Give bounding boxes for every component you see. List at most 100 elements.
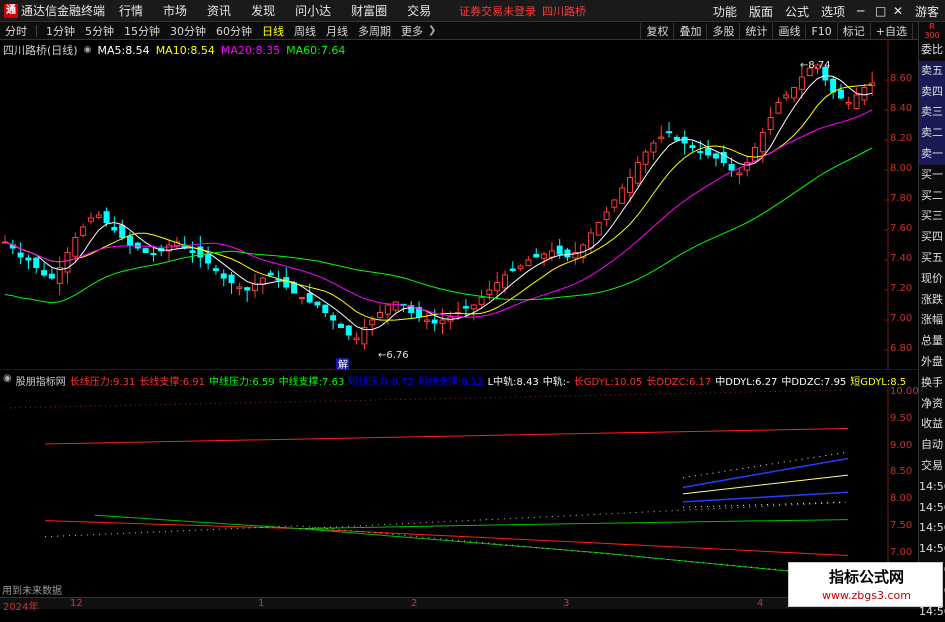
candle-body — [705, 148, 712, 156]
sidebar-item-16[interactable]: 换手 — [919, 373, 945, 394]
toolbar-btn-4[interactable]: 画线 — [772, 23, 805, 39]
candle-body — [502, 274, 508, 289]
period-tab-9[interactable]: 多周期 — [353, 23, 396, 39]
ma-toggle-icon[interactable]: ◉ — [84, 45, 92, 55]
candle-body — [525, 259, 532, 267]
price-tick-5: 7.60 — [890, 223, 913, 234]
toolbar-btn-1[interactable]: 叠加 — [673, 23, 706, 39]
menu-item-2[interactable]: 资讯 — [197, 2, 241, 19]
sidebar-item-12[interactable]: 涨跌 — [919, 290, 945, 311]
user-guest[interactable]: 游客 — [909, 3, 945, 20]
sidebar-item-1[interactable]: 卖五 — [919, 60, 945, 82]
indicator-name[interactable]: 股朋指标网 — [16, 373, 66, 388]
toolbar-btn-7[interactable]: +自选 — [869, 23, 912, 39]
ma-name-3: MA60: — [286, 43, 321, 57]
minimize-icon[interactable]: ─ — [851, 4, 869, 18]
watermark-title: 指标公式网 — [828, 568, 904, 586]
menu-item-6[interactable]: 交易 — [397, 2, 441, 19]
sidebar-item-9[interactable]: 买四 — [919, 227, 945, 248]
period-tabs: 分时 1分钟 5分钟 15分钟 30分钟 60分钟 日线 周线 月线 多周期 更多 — [0, 23, 428, 39]
toolbar-btn-6[interactable]: 标记 — [836, 23, 870, 39]
candle-body — [127, 235, 133, 246]
sidebar-item-14[interactable]: 总量 — [919, 331, 945, 352]
menu-item-3[interactable]: 发现 — [241, 2, 285, 19]
menu-item-1[interactable]: 市场 — [153, 2, 197, 19]
toolbar-btn-2[interactable]: 多股 — [706, 23, 739, 39]
candle-body — [798, 76, 805, 90]
sidebar-item-10[interactable]: 买五 — [919, 248, 945, 269]
toolbar-btn-3[interactable]: 统计 — [739, 23, 772, 39]
sidebar-item-13[interactable]: 涨幅 — [919, 310, 945, 331]
close-icon[interactable]: ✕ — [887, 4, 905, 18]
sidebar-item-18[interactable]: 收益 — [919, 414, 945, 435]
current-stock-name[interactable]: 四川路桥 — [542, 3, 586, 19]
quote-sidebar: 委比 卖五 卖四 卖三 卖二 卖一 买一 买二 买三 买四 买五 现价 涨跌 涨幅 总量 外盘 换手 净资 收益 自动… — [918, 40, 945, 618]
sidebar-item-6[interactable]: 买一 — [919, 165, 945, 186]
sidebar-item-23[interactable]: 14:56 — [919, 518, 945, 539]
trade-login-alert[interactable]: 证券交易未登录 — [459, 3, 536, 19]
candle-body — [462, 306, 469, 309]
mid-dots — [44, 525, 796, 572]
candle-body — [345, 325, 352, 336]
restore-icon[interactable]: □ — [869, 4, 887, 18]
high-price-label: ←8.74 — [800, 60, 831, 71]
time-tick-1: 12 — [70, 598, 83, 609]
sidebar-item-8[interactable]: 买三 — [919, 206, 945, 227]
menu-options[interactable]: 选项 — [815, 3, 851, 20]
menu-item-5[interactable]: 财富圈 — [341, 2, 397, 19]
candle-body — [384, 304, 391, 315]
period-tab-8[interactable]: 月线 — [321, 23, 353, 39]
kline-chart[interactable]: ←8.74 ←6.76 解 — [0, 40, 918, 370]
indicator-chart[interactable] — [0, 387, 918, 595]
ma10-line — [4, 84, 873, 321]
sidebar-item-11[interactable]: 现价 — [919, 269, 945, 290]
period-tab-6[interactable]: 日线 — [257, 23, 289, 39]
menu-item-4[interactable]: 问小达 — [285, 2, 341, 19]
ma-value-2: 8.35 — [255, 43, 281, 57]
sidebar-item-20[interactable]: 交易 — [919, 456, 945, 477]
sidebar-r-badge[interactable]: R 300 — [918, 22, 945, 40]
menu-item-0[interactable]: 行情 — [109, 2, 153, 19]
candle-body — [298, 297, 305, 299]
period-tab-3[interactable]: 15分钟 — [119, 23, 165, 39]
candle-body — [119, 224, 126, 239]
period-tab-7[interactable]: 周线 — [289, 23, 321, 39]
sidebar-item-24[interactable]: 14:56 — [919, 539, 945, 560]
period-tab-1[interactable]: 1分钟 — [41, 23, 80, 39]
sidebar-item-19[interactable]: 自动 — [919, 435, 945, 456]
candle-body — [517, 265, 524, 269]
candle-body — [267, 272, 274, 276]
candle-body — [509, 268, 516, 271]
period-tab-10[interactable]: 更多 — [396, 23, 428, 39]
candle-body — [72, 237, 79, 257]
price-tick-8: 7.00 — [890, 313, 913, 324]
indicator-legend-5: 短线支撑:8.12 — [418, 373, 484, 388]
candle-body — [861, 87, 868, 101]
sidebar-item-2[interactable]: 卖四 — [919, 81, 945, 103]
menu-function[interactable]: 功能 — [707, 3, 743, 20]
period-tab-2[interactable]: 5分钟 — [80, 23, 119, 39]
period-tab-0[interactable]: 分时 — [0, 23, 32, 39]
ma-value-3: 7.64 — [320, 43, 346, 57]
menu-formula[interactable]: 公式 — [779, 3, 815, 20]
more-chevron-icon[interactable]: ❯ — [428, 25, 436, 36]
time-tick-2: 1 — [258, 598, 265, 609]
app-title: 通达信金融终端 — [21, 4, 106, 18]
period-tab-5[interactable]: 60分钟 — [211, 23, 257, 39]
sidebar-item-4[interactable]: 卖二 — [919, 123, 945, 144]
sidebar-item-3[interactable]: 卖三 — [919, 102, 945, 124]
sidebar-item-7[interactable]: 买二 — [919, 186, 945, 207]
indicator-toggle-icon[interactable]: ◉ — [3, 373, 12, 388]
sidebar-item-0[interactable]: 委比 — [919, 40, 945, 61]
menu-layout[interactable]: 版面 — [743, 3, 779, 20]
sidebar-item-15[interactable]: 外盘 — [919, 352, 945, 373]
sidebar-item-22[interactable]: 14:56 — [919, 498, 945, 519]
sidebar-item-5[interactable]: 卖一 — [919, 143, 945, 165]
period-tab-4[interactable]: 30分钟 — [165, 23, 211, 39]
candle-body — [736, 172, 743, 176]
candle-body — [830, 78, 837, 93]
toolbar-btn-5[interactable]: F10 — [805, 24, 836, 38]
sidebar-item-21[interactable]: 14:56 — [919, 477, 945, 498]
toolbar-btn-0[interactable]: 复权 — [640, 23, 673, 39]
sidebar-item-17[interactable]: 净资 — [919, 394, 945, 415]
